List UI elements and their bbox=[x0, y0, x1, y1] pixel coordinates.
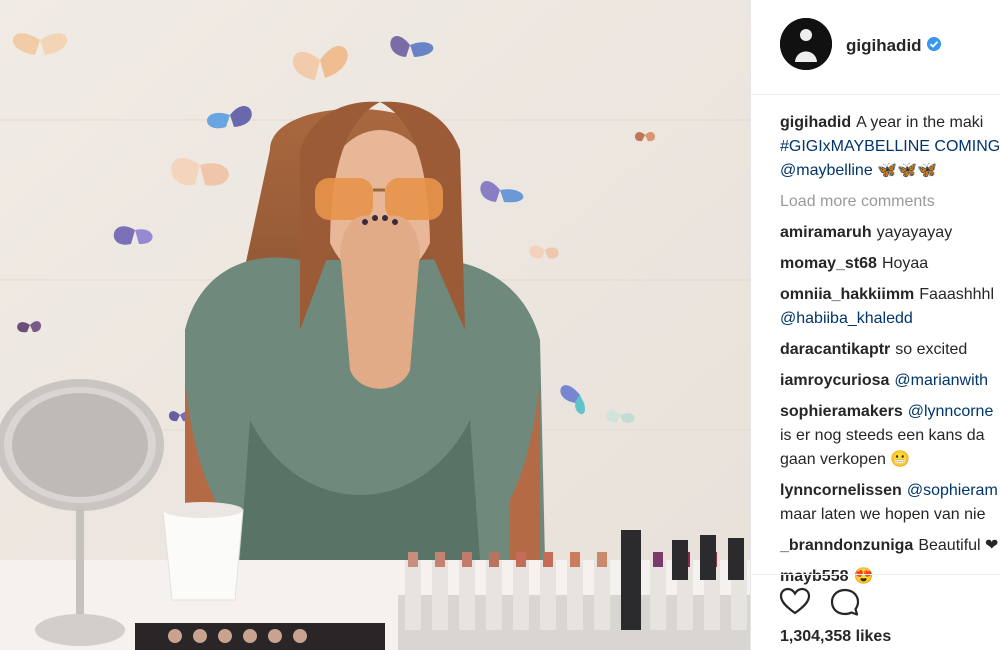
post-header: gigihadid bbox=[751, 0, 1000, 95]
mention-link[interactable]: @habiiba_khaledd bbox=[780, 310, 913, 327]
comment-text: maar laten we hopen van nie bbox=[780, 506, 986, 523]
comment-text: gaan verkopen 😬 bbox=[780, 451, 911, 468]
comment-text: is er nog steeds een kans da bbox=[780, 427, 985, 444]
comment: amiramaruh yayayayay bbox=[780, 221, 1000, 245]
comment: sophieramakers @lynncorne bbox=[780, 400, 1000, 424]
caption-emoji: 🦋🦋🦋 bbox=[877, 162, 937, 179]
caption-line3: @maybelline 🦋🦋🦋 bbox=[780, 159, 1000, 183]
caption-text-line1: A year in the maki bbox=[856, 114, 984, 131]
mention-link[interactable]: @lynncorne bbox=[908, 403, 994, 420]
comment-text: Beautiful ❤ bbox=[918, 537, 999, 554]
comment-icon[interactable] bbox=[830, 588, 860, 616]
comment-continuation: @habiiba_khaledd bbox=[780, 307, 1000, 331]
post-photo[interactable] bbox=[0, 0, 750, 650]
load-more-comments[interactable]: Load more comments bbox=[780, 190, 1000, 214]
comment: momay_st68 Hoyaa bbox=[780, 252, 1000, 276]
comment-text: so excited bbox=[895, 341, 968, 358]
mention-link[interactable]: @maybelline bbox=[780, 162, 873, 179]
comment-text: Faaashhhl bbox=[919, 286, 994, 303]
caption: gigihadid A year in the maki bbox=[780, 111, 1000, 135]
comment-text: 😍 bbox=[853, 568, 874, 585]
post-sidebar: gigihadid gigihadid A year in the maki #G… bbox=[750, 0, 1000, 650]
comment: _branndonzuniga Beautiful ❤ bbox=[780, 534, 1000, 558]
comment-username[interactable]: iamroycuriosa bbox=[780, 372, 889, 389]
comment-continuation: maar laten we hopen van nie bbox=[780, 503, 1000, 527]
comment: iamroycuriosa @marianwith bbox=[780, 369, 1000, 393]
avatar-image bbox=[780, 18, 832, 70]
comments-list: gigihadid A year in the maki #GIGIxMAYBEL… bbox=[780, 111, 1000, 596]
username[interactable]: gigihadid bbox=[846, 36, 922, 56]
verified-badge-icon bbox=[927, 37, 941, 51]
action-bar bbox=[779, 586, 869, 618]
comment-text: Hoyaa bbox=[881, 255, 929, 272]
heart-icon[interactable] bbox=[779, 587, 811, 615]
comment-username[interactable]: _branndonzuniga bbox=[780, 537, 913, 554]
caption-username[interactable]: gigihadid bbox=[780, 114, 851, 131]
action-icons bbox=[779, 587, 860, 616]
comment-username[interactable]: sophieramakers bbox=[780, 403, 903, 420]
comment: omniia_hakkiimm Faaashhhl bbox=[780, 283, 1000, 307]
likes-count[interactable]: 1,304,358 likes bbox=[780, 628, 891, 646]
comment-username[interactable]: mayb558 bbox=[780, 568, 849, 585]
divider bbox=[751, 574, 1000, 575]
avatar[interactable] bbox=[780, 18, 832, 70]
photo-illustration bbox=[0, 0, 750, 650]
hashtag-link[interactable]: #GIGIxMAYBELLINE COMING bbox=[780, 138, 1000, 155]
comment-continuation: gaan verkopen 😬 bbox=[780, 448, 1000, 472]
comment-username[interactable]: omniia_hakkiimm bbox=[780, 286, 914, 303]
comment: lynncornelissen @sophieram bbox=[780, 479, 1000, 503]
comment-continuation: is er nog steeds een kans da bbox=[780, 424, 1000, 448]
comment: daracantikaptr so excited bbox=[780, 338, 1000, 362]
mention-link[interactable]: @marianwith bbox=[894, 372, 988, 389]
comment-username[interactable]: daracantikaptr bbox=[780, 341, 890, 358]
comment-username[interactable]: amiramaruh bbox=[780, 224, 872, 241]
mention-link[interactable]: @sophieram bbox=[907, 482, 998, 499]
comment-text: yayayayay bbox=[876, 224, 953, 241]
comment-username[interactable]: lynncornelissen bbox=[780, 482, 902, 499]
comment-username[interactable]: momay_st68 bbox=[780, 255, 877, 272]
caption-line2: #GIGIxMAYBELLINE COMING bbox=[780, 135, 1000, 159]
